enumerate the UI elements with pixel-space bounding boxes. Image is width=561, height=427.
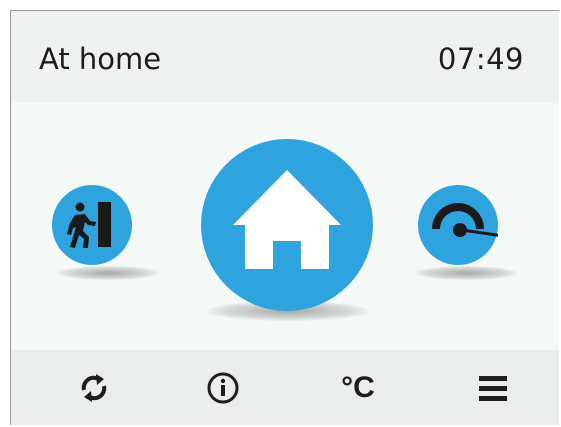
- hamburger-menu-icon: [479, 376, 507, 401]
- temperature-unit-button[interactable]: °C: [328, 358, 388, 418]
- current-mode-label: At home: [39, 42, 162, 76]
- info-icon: [207, 372, 239, 404]
- refresh-button[interactable]: [64, 358, 124, 418]
- info-button[interactable]: [193, 358, 253, 418]
- refresh-icon: [81, 374, 107, 402]
- menu-button[interactable]: [463, 358, 523, 418]
- thermostat-screen: At home 07:49 °C: [10, 10, 559, 425]
- clock: 07:49: [437, 42, 524, 76]
- home-mode-button[interactable]: [201, 139, 373, 311]
- boost-mode-button[interactable]: [418, 185, 498, 265]
- celsius-icon: °C: [341, 371, 375, 404]
- away-exit-icon: [67, 202, 111, 248]
- away-mode-button[interactable]: [52, 185, 132, 265]
- home-icon: [233, 170, 341, 269]
- mode-selector: [11, 102, 559, 350]
- boost-button-shadow: [415, 266, 517, 280]
- status-header: At home 07:49: [11, 11, 559, 102]
- speedometer-icon: [432, 203, 498, 237]
- away-button-shadow: [57, 266, 159, 280]
